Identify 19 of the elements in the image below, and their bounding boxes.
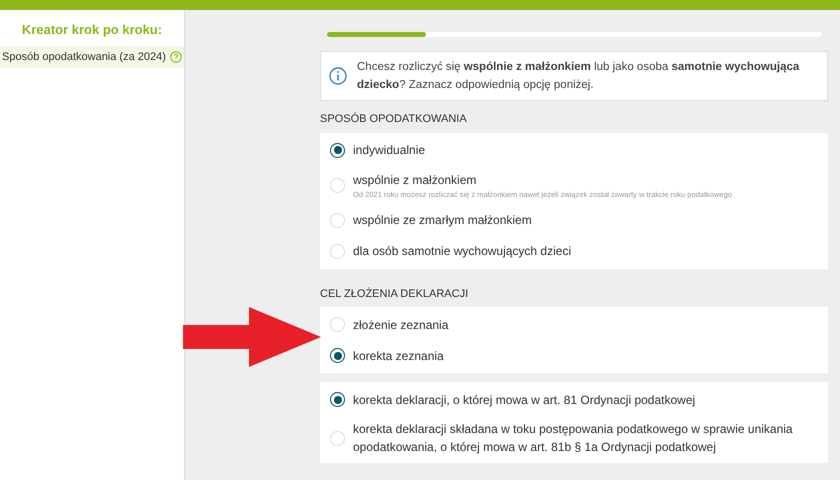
help-icon[interactable] [170,50,182,63]
section-title: CEL ZŁOŻENIA DEKLARACJI [320,286,470,302]
sidebar-item[interactable]: Sposób opodatkowania (za 2024) [0,46,184,68]
option-label: korekta deklaracji składana w toku postępowania podatkowego w sprawie unikania opodatkowania, o której mowa w art. 81b § 1a Ordynacji podatkowej [353,421,794,456]
radio-button[interactable] [330,392,345,408]
section-title: SPOSÓB OPODATKOWANIA [320,112,468,127]
info-icon [329,67,347,85]
sidebar-title: Kreator krok po kroku: [20,21,164,39]
radio-button[interactable] [330,142,345,158]
radio-button[interactable] [330,348,345,364]
arrow-icon [183,307,321,367]
option-label: dla osób samotnie wychowujących dzieci [353,243,572,260]
option-label: indywidualnie [353,142,426,159]
option-label: korekta zeznania [353,348,444,365]
option-label: korekta deklaracji, o której mowa w art. 81 Ordynacji podatkowej [353,392,696,409]
info-text: Chcesz rozliczyć się wspólnie z małżonkiem lub jako osoba samotnie wychowująca dziecko? Zaznacz odpowiednią opcję poniżej. [357,60,800,93]
option-label: wspólnie ze zmarłym małżonkiem [353,212,532,230]
option-label: złożenie zeznania [353,316,448,334]
option-label: wspólnie z małżonkiem [353,172,478,188]
